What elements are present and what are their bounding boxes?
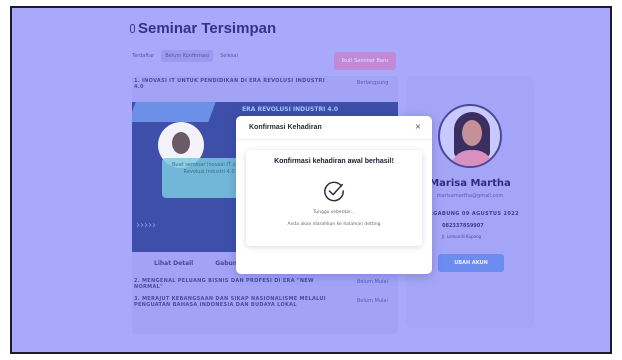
card-actions: Lihat Detail Gabung: [154, 260, 241, 267]
close-icon[interactable]: ×: [412, 121, 424, 133]
success-heading: Konfirmasi kehadiran awal berhasil!: [274, 158, 394, 165]
edit-account-button[interactable]: UBAH AKUN: [438, 254, 504, 272]
seminar-title-1: 1. INOVASI IT UNTUK PENDIDIKAN DI ERA RE…: [134, 78, 325, 90]
profile-address: Jl. Lemonilli Kupang: [442, 234, 482, 239]
seminar-status-2: Belum Mulai: [357, 279, 388, 285]
redirect-text: Anda akan diarahkan ke halaman detting: [287, 222, 381, 227]
page-title-text: Seminar Tersimpan: [138, 20, 277, 37]
tab-terdaftar[interactable]: Terdaftar: [128, 50, 158, 62]
app-window: Seminar Tersimpan Terdaftar Belum Konfir…: [10, 6, 612, 354]
seminar-title-3: 3. MERAJUT KEBANGSAAN DAN SIKAP NASIONAL…: [134, 296, 326, 308]
modal-header: Konfirmasi Kehadiran ×: [236, 116, 432, 140]
page-title: Seminar Tersimpan: [130, 20, 276, 37]
tab-bar: Terdaftar Belum Konfirmasi Selesai: [128, 50, 242, 62]
tab-belum-konfirmasi[interactable]: Belum Konfirmasi: [161, 50, 214, 62]
modal-title: Konfirmasi Kehadiran: [249, 124, 322, 131]
seminar-status-3: Belum Mulai: [357, 298, 388, 304]
new-seminar-button[interactable]: Ikuti Seminar Baru: [334, 52, 396, 70]
detail-link[interactable]: Lihat Detail: [154, 260, 193, 267]
modal-body: Konfirmasi kehadiran awal berhasil! Tung…: [246, 150, 422, 246]
tab-selesai[interactable]: Selesai: [216, 50, 242, 62]
check-circle-icon: [324, 181, 344, 202]
seminar-status-1: Berlangsung: [357, 80, 389, 86]
chevrons-icon: ›››››: [136, 220, 156, 231]
seminar-title-2: 2. MENGENAL PELUANG BISNIS DAN PROFESI D…: [134, 278, 314, 290]
bookmark-icon: [130, 24, 135, 33]
attendance-modal: Konfirmasi Kehadiran × Konfirmasi kehadi…: [236, 116, 432, 274]
wait-text: Tunggu sebentar...: [313, 210, 355, 215]
profile-phone: 082337859907: [442, 223, 484, 229]
avatar: [438, 104, 502, 168]
banner-title: ERA REVOLUSI INDUSTRI 4.0: [242, 106, 339, 113]
banner-stripe: [132, 102, 216, 122]
